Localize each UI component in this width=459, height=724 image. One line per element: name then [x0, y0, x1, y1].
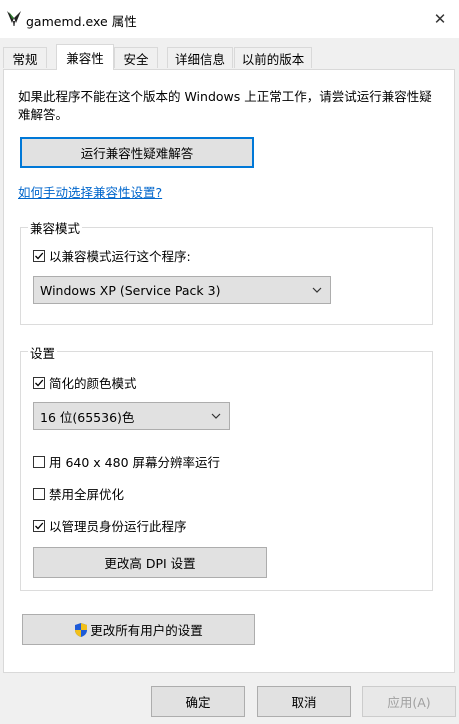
reduced-color-checkbox[interactable]: 简化的颜色模式 [33, 373, 137, 392]
compat-mode-checkbox[interactable]: 以兼容模式运行这个程序: [33, 246, 191, 265]
run-as-admin-label: 以管理员身份运行此程序 [49, 519, 187, 534]
color-depth-select[interactable]: 16 位(65536)色 [33, 402, 230, 430]
change-dpi-button[interactable]: 更改高 DPI 设置 [33, 547, 267, 578]
ok-button[interactable]: 确定 [151, 686, 245, 717]
color-depth-value: 16 位(65536)色 [40, 409, 135, 425]
compat-mode-group-label: 兼容模式 [28, 218, 83, 237]
tab-compatibility[interactable]: 兼容性 [56, 44, 114, 70]
tab-general[interactable]: 常规 [3, 47, 47, 68]
app-icon [7, 11, 21, 26]
os-version-select[interactable]: Windows XP (Service Pack 3) [33, 276, 331, 304]
change-all-users-button[interactable]: 更改所有用户的设置 [22, 614, 255, 645]
os-version-value: Windows XP (Service Pack 3) [40, 282, 221, 298]
res-640-label: 用 640 x 480 屏幕分辨率运行 [49, 455, 221, 470]
compat-mode-label: 以兼容模式运行这个程序: [49, 249, 191, 264]
res-640-checkbox[interactable]: 用 640 x 480 屏幕分辨率运行 [33, 452, 220, 471]
intro-text: 如果此程序不能在这个版本的 Windows 上正常工作，请尝试运行兼容性疑难解答… [18, 89, 432, 122]
change-all-users-label: 更改所有用户的设置 [90, 623, 203, 638]
run-as-admin-checkbox[interactable]: 以管理员身份运行此程序 [33, 516, 187, 535]
checkbox-checked-icon [33, 376, 45, 389]
title-bar: gamemd.exe 属性 ✕ [0, 0, 459, 38]
checkbox-checked-icon [33, 519, 45, 532]
disable-fullscreen-label: 禁用全屏优化 [49, 487, 125, 502]
checkbox-unchecked-icon [33, 455, 45, 468]
shield-icon [75, 622, 88, 637]
tab-details[interactable]: 详细信息 [167, 47, 233, 68]
apply-button[interactable]: 应用(A) [362, 686, 456, 717]
chevron-down-icon [211, 413, 221, 419]
tab-previous-versions[interactable]: 以前的版本 [234, 47, 312, 68]
checkbox-checked-icon [33, 249, 45, 262]
checkbox-unchecked-icon [33, 487, 45, 500]
close-button[interactable]: ✕ [421, 0, 459, 38]
tab-security[interactable]: 安全 [114, 47, 158, 68]
cancel-button[interactable]: 取消 [257, 686, 351, 717]
disable-fullscreen-checkbox[interactable]: 禁用全屏优化 [33, 484, 124, 503]
manual-settings-link[interactable]: 如何手动选择兼容性设置? [18, 182, 162, 201]
run-troubleshooter-button[interactable]: 运行兼容性疑难解答 [20, 137, 254, 168]
reduced-color-label: 简化的颜色模式 [49, 376, 137, 391]
close-icon: ✕ [433, 10, 447, 28]
window-title: gamemd.exe 属性 [26, 14, 137, 29]
settings-group-label: 设置 [28, 343, 58, 362]
chevron-down-icon [312, 287, 322, 293]
